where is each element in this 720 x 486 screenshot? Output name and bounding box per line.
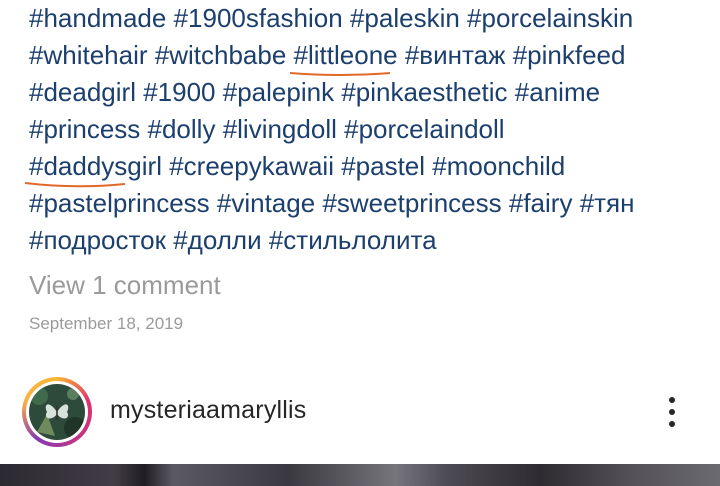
hashtag-link[interactable]: #подросток [29,225,166,255]
hashtag-link[interactable]: #pastel [341,151,425,181]
hashtag-link[interactable]: #стильлолита [269,225,437,255]
hashtag-link[interactable]: #pastelprincess [29,188,210,218]
hashtag-link[interactable]: #тян [580,188,635,218]
hashtag-link[interactable]: #creepykawaii [169,151,334,181]
hashtag-link[interactable]: #porcelaindoll [344,114,504,144]
next-post-header: mysteriaamaryllis [0,372,720,456]
hashtag-link[interactable]: #daddysgirl [29,151,162,181]
post-caption: #handmade #1900sfashion #paleskin #porce… [25,0,709,259]
next-post-image-edge [0,464,720,486]
caption-line: #deadgirl #1900 #palepink #pinkaesthetic… [29,74,709,111]
caption-line: #whitehair #witchbabe #littleone #винтаж… [29,37,709,76]
hashtag-link[interactable]: #whitehair [29,40,148,70]
hashtag-link[interactable]: #handmade [29,3,166,33]
caption-line: #handmade #1900sfashion #paleskin #porce… [29,0,709,37]
hashtag-link[interactable]: #porcelainskin [467,3,633,33]
username-link[interactable]: mysteriaamaryllis [110,396,306,425]
hashtag-link[interactable]: #littleone [294,40,398,70]
butterfly-icon [45,404,69,420]
hashtag-link[interactable]: #1900sfashion [174,3,343,33]
view-comments-link[interactable]: View 1 comment [29,268,221,302]
caption-line: #подросток #долли #стильлолита [29,222,709,259]
hashtag-link[interactable]: #dolly [148,114,216,144]
hashtag-link[interactable]: #vintage [217,188,315,218]
hashtag-link[interactable]: #долли [173,225,261,255]
hashtag-link[interactable]: #sweetprincess [322,188,501,218]
caption-line: #daddysgirl #creepykawaii #pastel #moonc… [25,148,709,188]
hashtag-link[interactable]: #paleskin [350,3,460,33]
hashtag-link[interactable]: #deadgirl [29,77,136,107]
hashtag-link[interactable]: #pinkfeed [513,40,626,70]
hashtag-link[interactable]: #pinkaesthetic [341,77,507,107]
caption-line: #pastelprincess #vintage #sweetprincess … [29,185,709,222]
underlined-hashtag: #littleone [289,37,398,76]
hashtag-link[interactable]: #anime [515,77,600,107]
post-timestamp: September 18, 2019 [29,314,184,333]
caption-line: #princess #dolly #livingdoll #porcelaind… [29,111,709,148]
hashtag-link[interactable]: #princess [29,114,140,144]
hashtag-link[interactable]: #fairy [509,188,573,218]
hashtag-link[interactable]: #moonchild [432,151,565,181]
hashtag-link[interactable]: #palepink [223,77,334,107]
hashtag-link[interactable]: #1900 [143,77,215,107]
underlined-hashtag: #daddysgirl [25,148,162,188]
hashtag-link[interactable]: #livingdoll [223,114,337,144]
hashtag-link[interactable]: #винтаж [405,40,506,70]
hashtag-link[interactable]: #witchbabe [155,40,287,70]
more-options-icon[interactable] [660,394,684,430]
butterfly-avatar[interactable] [29,384,85,440]
story-ring[interactable] [22,377,92,447]
